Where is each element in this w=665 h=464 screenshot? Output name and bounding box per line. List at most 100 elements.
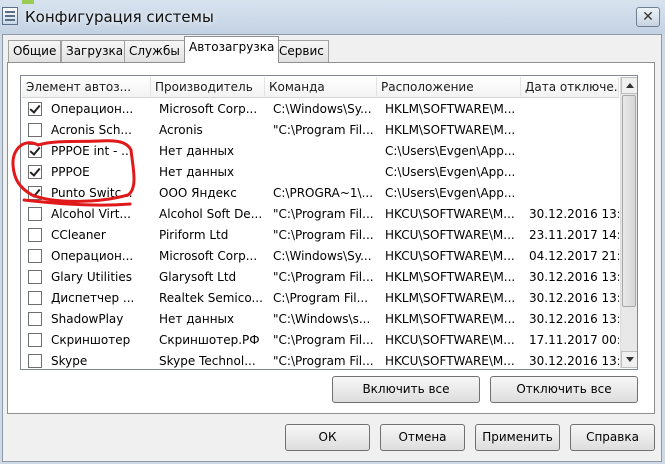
startup-tab-page: Элемент автоз... Производитель Команда Р…	[7, 62, 655, 414]
row-name: Диспетчер ...	[51, 291, 135, 305]
row-name: CCleaner	[51, 228, 106, 242]
row-date: 30.12.2016 13:...	[529, 270, 619, 284]
table-row[interactable]: Alcohol Virt... Alcohol Soft De... "C:\Pro…	[22, 204, 619, 225]
row-name: Glary Utilities	[51, 270, 132, 284]
window-title: Конфигурация системы	[25, 8, 214, 26]
row-date	[525, 99, 619, 120]
tab-tools[interactable]: Сервис	[274, 40, 329, 62]
arrow-down-icon[interactable]	[621, 351, 637, 368]
row-location: HKCU\SOFTWARE\M...	[385, 333, 515, 347]
startup-checkbox[interactable]	[28, 333, 42, 347]
ok-button[interactable]: ОК	[285, 424, 370, 451]
tab-services[interactable]: Службы	[124, 40, 185, 62]
row-publisher: Скриншотер.РФ	[159, 333, 260, 347]
row-location: HKLM\SOFTWARE\M...	[385, 291, 516, 305]
arrow-up-icon[interactable]	[621, 77, 637, 94]
table-row[interactable]: Скриншотер Скриншотер.РФ "C:\Program Fil..…	[22, 330, 619, 351]
row-command: "C:\Windows\s...	[273, 312, 371, 326]
row-name: Punto Switc...	[51, 186, 133, 200]
startup-checkbox[interactable]	[28, 123, 42, 137]
row-name: Skype	[51, 354, 88, 368]
column-header-element[interactable]: Элемент автоз...	[22, 77, 151, 98]
row-command: "C:\Program Fil...	[273, 333, 374, 347]
startup-list[interactable]: Элемент автоз... Производитель Команда Р…	[20, 75, 638, 370]
help-button[interactable]: Справка	[570, 424, 655, 451]
row-command: "C:\Program Fil...	[273, 207, 374, 221]
table-row[interactable]: CCleaner Piriform Ltd "C:\Program Fil... HK…	[22, 225, 619, 246]
startup-checkbox[interactable]	[28, 102, 42, 116]
row-command: "C:\Program Fil...	[273, 354, 374, 368]
row-date	[525, 183, 619, 204]
row-location: C:\Users\Evgen\App...	[385, 186, 516, 200]
row-publisher: Microsoft Corp...	[159, 102, 258, 116]
table-row[interactable]: PPPOE Нет данных C:\Users\Evgen\App...	[22, 162, 619, 183]
table-row[interactable]: Операцион... Microsoft Corp... C:\Windows\…	[22, 99, 619, 120]
table-row[interactable]: Acronis Sch... Acronis "C:\Program Fil... H…	[22, 120, 619, 141]
startup-checkbox[interactable]	[28, 144, 42, 158]
row-name: Операцион...	[51, 249, 134, 263]
table-row[interactable]: ShadowPlay Нет данных "C:\Windows\s... HKLM…	[22, 309, 619, 330]
column-header-command[interactable]: Команда	[265, 77, 377, 98]
row-publisher: ООО Яндекс	[159, 186, 237, 200]
row-name: PPPOE int - ...	[51, 144, 133, 158]
row-command: "C:\Program Fil...	[273, 123, 374, 137]
close-button[interactable]: ✕	[636, 7, 660, 27]
startup-checkbox[interactable]	[28, 354, 42, 368]
cancel-button[interactable]: Отмена	[380, 424, 465, 451]
row-publisher: Acronis	[159, 123, 203, 137]
row-location: HKCU\SOFTWARE\M...	[385, 207, 515, 221]
row-publisher: Microsoft Corp...	[159, 249, 258, 263]
disable-all-button[interactable]: Отключить все	[490, 376, 638, 403]
startup-checkbox[interactable]	[28, 165, 42, 179]
tab-general[interactable]: Общие	[8, 40, 62, 62]
table-row[interactable]: Glary Utilities Glarysoft Ltd "C:\Program …	[22, 267, 619, 288]
column-header-date[interactable]: Дата отключе...	[521, 77, 619, 98]
table-row[interactable]: Skype Skype Technol... "C:\Program Fil... H…	[22, 351, 619, 369]
startup-checkbox[interactable]	[28, 291, 42, 305]
startup-checkbox[interactable]	[28, 186, 42, 200]
startup-checkbox[interactable]	[28, 270, 42, 284]
tab-startup[interactable]: Автозагрузка	[184, 36, 280, 63]
row-location: HKLM\SOFTWARE\M...	[385, 270, 516, 284]
row-command: C:\PROGRA~1\...	[273, 186, 374, 200]
table-row[interactable]: Операцион... Microsoft Corp... C:\Windows\…	[22, 246, 619, 267]
row-date: 30.12.2016 13:...	[529, 354, 619, 368]
row-location: HKCU\SOFTWARE\M...	[385, 228, 515, 242]
row-name: Операцион...	[51, 102, 134, 116]
row-command: "C:\Program Fil...	[273, 270, 374, 284]
row-date: 30.12.2016 13:...	[529, 291, 619, 305]
row-command: C:\Windows\Sy...	[273, 249, 372, 263]
row-name: Alcohol Virt...	[51, 207, 131, 221]
row-command: C:\Windows\Sy...	[273, 102, 372, 116]
row-publisher: Нет данных	[159, 165, 235, 179]
column-header-publisher[interactable]: Производитель	[151, 77, 265, 98]
row-location: HKCU\SOFTWARE\M...	[385, 249, 515, 263]
row-location: HKLM\SOFTWARE\M...	[385, 102, 516, 116]
row-date	[525, 120, 619, 141]
row-publisher: Нет данных	[159, 312, 235, 326]
enable-all-button[interactable]: Включить все	[332, 376, 480, 403]
row-name: Скриншотер	[51, 333, 131, 347]
row-location: HKCU\SOFTWARE\M...	[385, 354, 515, 368]
tab-boot[interactable]: Загрузка	[61, 40, 129, 62]
row-publisher: Skype Technol...	[159, 354, 256, 368]
startup-checkbox[interactable]	[28, 312, 42, 326]
row-location: C:\Users\Evgen\App...	[385, 165, 516, 179]
table-row[interactable]: Диспетчер ... Realtek Semico... C:\Program…	[22, 288, 619, 309]
startup-checkbox[interactable]	[28, 207, 42, 221]
table-row[interactable]: Punto Switc... ООО Яндекс C:\PROGRA~1\... C…	[22, 183, 619, 204]
row-command: C:\Program Fil...	[273, 291, 369, 305]
apply-button[interactable]: Применить	[475, 424, 560, 451]
row-date: 04.12.2017 21:...	[529, 249, 619, 263]
column-header-location[interactable]: Расположение	[377, 77, 521, 98]
row-name: PPPOE	[51, 165, 90, 179]
table-row[interactable]: PPPOE int - ... Нет данных C:\Users\Evgen\…	[22, 141, 619, 162]
row-command	[269, 141, 377, 162]
title-bar: Конфигурация системы ✕	[0, 0, 665, 34]
vertical-scrollbar[interactable]	[620, 77, 637, 368]
startup-checkbox[interactable]	[28, 228, 42, 242]
startup-checkbox[interactable]	[28, 249, 42, 263]
decoration	[22, 0, 34, 4]
scrollbar-thumb[interactable]	[622, 95, 636, 307]
row-date: 23.11.2017 14:...	[529, 228, 619, 242]
